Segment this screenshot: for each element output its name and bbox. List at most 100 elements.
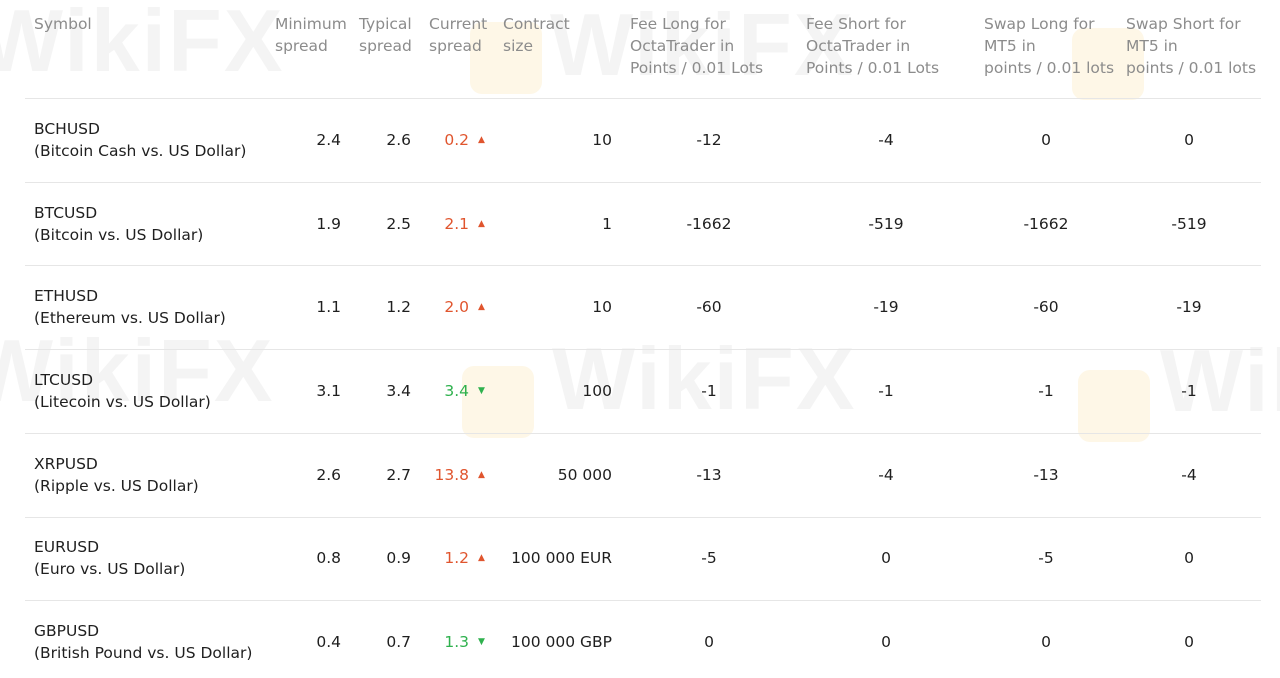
swap-long-cell: 0	[1041, 633, 1051, 651]
column-header-line: Points / 0.01 Lots	[630, 59, 764, 77]
swap-short-cell: -1	[1181, 382, 1197, 400]
column-header-swap-short: Swap Short for MT5 in points / 0.01 lots	[1126, 13, 1256, 79]
symbol-name: (Bitcoin vs. US Dollar)	[34, 226, 204, 244]
typical-spread-cell: 0.7	[386, 633, 411, 651]
current-spread-cell: 3.4	[444, 382, 469, 400]
swap-long-cell: -5	[1038, 549, 1054, 567]
current-spread-cell: 1.3	[444, 633, 469, 651]
row-divider	[25, 433, 1261, 434]
swap-long-cell: -1662	[1023, 215, 1069, 233]
contract-size-cell: 10	[592, 298, 612, 316]
fee-short-cell: -1	[878, 382, 894, 400]
symbol-code: XRPUSD	[34, 455, 98, 473]
column-header-line: OctaTrader in	[806, 37, 911, 55]
symbol-cell: XRPUSD (Ripple vs. US Dollar)	[34, 453, 199, 497]
contract-size-cell: 1	[602, 215, 612, 233]
contract-size-cell: 100 000 EUR	[511, 549, 612, 567]
contract-size-cell: 50 000	[557, 466, 612, 484]
arrow-down-icon: ▼	[478, 637, 485, 647]
fee-short-cell: 0	[881, 549, 891, 567]
column-header-symbol: Symbol	[34, 13, 92, 35]
swap-short-cell: -4	[1181, 466, 1197, 484]
column-header-swap-long: Swap Long for MT5 in points / 0.01 lots	[984, 13, 1114, 79]
column-header-line: points / 0.01 lots	[984, 59, 1115, 77]
column-header-line: spread	[359, 37, 412, 55]
min-spread-cell: 2.4	[316, 131, 341, 149]
symbol-code: BTCUSD	[34, 204, 98, 222]
typical-spread-cell: 2.6	[386, 131, 411, 149]
symbol-cell: BTCUSD (Bitcoin vs. US Dollar)	[34, 202, 203, 246]
column-header-line: Swap Long for	[984, 15, 1095, 33]
fee-long-cell: -60	[696, 298, 722, 316]
arrow-up-icon: ▲	[478, 553, 485, 563]
column-header-line: Swap Short for	[1126, 15, 1241, 33]
column-header-min-spread: Minimum spread	[275, 13, 347, 57]
header-divider	[25, 98, 1261, 99]
column-header-line: Points / 0.01 Lots	[806, 59, 940, 77]
min-spread-cell: 0.8	[316, 549, 341, 567]
typical-spread-cell: 2.5	[386, 215, 411, 233]
symbol-code: GBPUSD	[34, 622, 100, 640]
fee-long-cell: -1662	[686, 215, 732, 233]
row-divider	[25, 600, 1261, 601]
swap-short-cell: -19	[1176, 298, 1202, 316]
fee-long-cell: -13	[696, 466, 722, 484]
symbol-cell: GBPUSD (British Pound vs. US Dollar)	[34, 620, 252, 664]
column-header-line: Fee Short for	[806, 15, 906, 33]
symbol-name: (British Pound vs. US Dollar)	[34, 644, 253, 662]
symbol-code: EURUSD	[34, 538, 100, 556]
symbol-code: BCHUSD	[34, 120, 100, 138]
fee-short-cell: -4	[878, 466, 894, 484]
column-header-line: OctaTrader in	[630, 37, 735, 55]
column-header-line: spread	[429, 37, 482, 55]
watermark-logo-icon	[462, 366, 534, 438]
contract-size-cell: 10	[592, 131, 612, 149]
contract-size-cell: 100	[582, 382, 612, 400]
symbol-cell: LTCUSD (Litecoin vs. US Dollar)	[34, 369, 211, 413]
symbol-name: (Ripple vs. US Dollar)	[34, 477, 199, 495]
column-header-fee-short: Fee Short for OctaTrader in Points / 0.01 …	[806, 13, 939, 79]
contract-size-cell: 100 000 GBP	[510, 633, 612, 651]
symbol-code: LTCUSD	[34, 371, 94, 389]
current-spread-cell: 2.0	[444, 298, 469, 316]
column-header-typical-spread: Typical spread	[359, 13, 412, 57]
row-divider	[25, 517, 1261, 518]
swap-long-cell: -60	[1033, 298, 1059, 316]
row-divider	[25, 182, 1261, 183]
typical-spread-cell: 0.9	[386, 549, 411, 567]
fee-long-cell: -5	[701, 549, 717, 567]
arrow-down-icon: ▼	[478, 386, 485, 396]
symbol-cell: EURUSD (Euro vs. US Dollar)	[34, 536, 185, 580]
row-divider	[25, 265, 1261, 266]
column-header-current-spread: Current spread	[429, 13, 487, 57]
current-spread-cell: 0.2	[444, 131, 469, 149]
fee-long-cell: 0	[704, 633, 714, 651]
swap-long-cell: -1	[1038, 382, 1054, 400]
column-header-line: Fee Long for	[630, 15, 726, 33]
min-spread-cell: 1.1	[316, 298, 341, 316]
current-spread-cell: 13.8	[434, 466, 469, 484]
column-header-line: Current	[429, 15, 488, 33]
swap-short-cell: 0	[1184, 549, 1194, 567]
current-spread-cell: 2.1	[444, 215, 469, 233]
min-spread-cell: 3.1	[316, 382, 341, 400]
typical-spread-cell: 2.7	[386, 466, 411, 484]
min-spread-cell: 1.9	[316, 215, 341, 233]
row-divider	[25, 349, 1261, 350]
column-header-contract-size: Contract size	[503, 13, 570, 57]
symbol-cell: ETHUSD (Ethereum vs. US Dollar)	[34, 285, 226, 329]
column-header-line: size	[503, 37, 534, 55]
arrow-up-icon: ▲	[478, 470, 485, 480]
swap-short-cell: 0	[1184, 633, 1194, 651]
column-header-line: MT5 in	[984, 37, 1036, 55]
swap-long-cell: 0	[1041, 131, 1051, 149]
symbol-name: (Ethereum vs. US Dollar)	[34, 309, 226, 327]
column-header-line: Minimum	[275, 15, 347, 33]
typical-spread-cell: 1.2	[386, 298, 411, 316]
typical-spread-cell: 3.4	[386, 382, 411, 400]
symbol-name: (Litecoin vs. US Dollar)	[34, 393, 211, 411]
arrow-up-icon: ▲	[478, 219, 485, 229]
swap-long-cell: -13	[1033, 466, 1059, 484]
column-header-line: MT5 in	[1126, 37, 1178, 55]
symbol-name: (Bitcoin Cash vs. US Dollar)	[34, 142, 247, 160]
